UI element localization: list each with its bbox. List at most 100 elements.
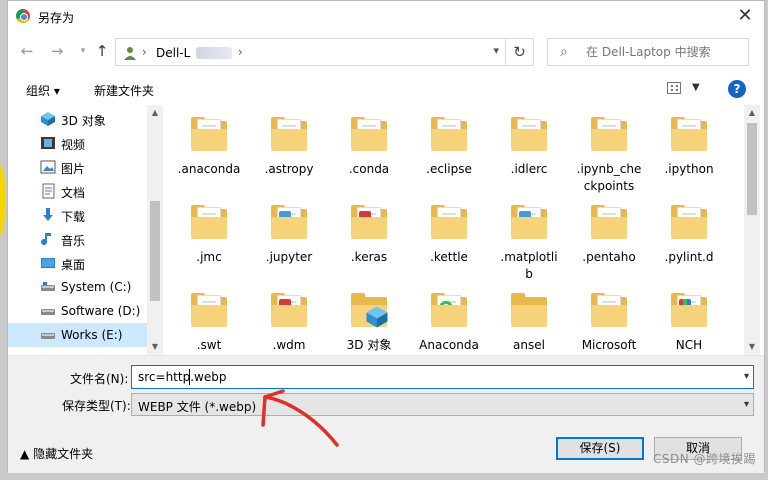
save-button[interactable]: 保存(S) (556, 437, 644, 460)
folder-icon (431, 205, 467, 239)
folder-icon (191, 117, 227, 151)
folder-item[interactable]: .kettle (409, 193, 489, 281)
filetype-label: 保存类型(T): (62, 399, 131, 413)
sidebar-item-pictures[interactable]: 图片 (8, 155, 149, 179)
folder-name: .jupyter (265, 250, 313, 264)
folder-item[interactable]: .jmc (169, 193, 249, 281)
sidebar-item-documents[interactable]: 文档 (8, 179, 149, 203)
folder-name: .matplotli b (489, 249, 569, 283)
folder-item[interactable]: .idlerc (489, 105, 569, 193)
sidebar-item-label: Software (D:) (61, 304, 141, 318)
chevron-down-icon[interactable]: ▾ (744, 399, 749, 410)
folder-item[interactable]: .ipython (649, 105, 729, 193)
folder-name: .anaconda (177, 162, 241, 176)
folder-icon (271, 117, 307, 151)
sidebar-item-desktop[interactable]: 桌面 (8, 251, 149, 275)
sidebar-item-label: 桌面 (61, 258, 86, 272)
sidebar-item-label: 3D 对象 (61, 114, 106, 128)
video-icon (41, 137, 55, 149)
folder-item[interactable]: .pylint.d (649, 193, 729, 281)
folder-name: .jmc (196, 250, 222, 264)
sidebar-item-label: 音乐 (61, 234, 86, 248)
chevron-down-icon[interactable]: ▾ (744, 371, 749, 382)
folder-item[interactable]: NCH (649, 281, 729, 355)
sidebar-scrollbar[interactable]: ▲ ▼ (147, 105, 163, 355)
scroll-up-icon[interactable]: ▲ (147, 105, 163, 121)
chevron-down-icon[interactable]: ▾ (493, 44, 499, 57)
filename-field[interactable]: src=http.webp ▾ (131, 365, 754, 389)
sidebar-item-system-c[interactable]: System (C:) (8, 275, 149, 299)
sidebar-item-works-e[interactable]: Works (E:) (8, 323, 149, 347)
back-arrow-icon[interactable]: ← (18, 41, 36, 61)
folder-item[interactable]: .matplotli b (489, 193, 569, 281)
navigation-bar: ← → ▾ ↑ › Dell-L › ▾ ↻ ⌕ (8, 35, 764, 69)
hide-folders-toggle[interactable]: ▲ 隐藏文件夹 (20, 445, 93, 462)
folder-icon (431, 293, 467, 327)
folder-name: .pentaho (582, 250, 636, 264)
hide-folders-label: 隐藏文件夹 (33, 447, 94, 461)
folder-item[interactable]: Anaconda (409, 281, 489, 355)
sidebar-item-downloads[interactable]: 下载 (8, 203, 149, 227)
up-arrow-icon[interactable]: ↑ (93, 41, 111, 61)
folder-item[interactable]: .ipynb_che ckpoints (569, 105, 649, 193)
folder-name: .astropy (264, 162, 314, 176)
folder-icon (431, 117, 467, 151)
refresh-button[interactable]: ↻ (506, 38, 534, 66)
breadcrumb-separator-icon[interactable]: › (238, 45, 243, 59)
folder-item[interactable]: .anaconda (169, 105, 249, 193)
folder-item[interactable]: .eclipse (409, 105, 489, 193)
folder-name: NCH (675, 338, 703, 352)
search-input[interactable] (586, 45, 744, 59)
folder-name: .wdm (272, 338, 306, 352)
folder-name: .swt (196, 338, 222, 352)
close-icon[interactable]: ✕ (734, 5, 756, 27)
view-options-icon[interactable] (667, 82, 681, 94)
folder-item[interactable]: ansel (489, 281, 569, 355)
folder-name: .ipython (664, 162, 714, 176)
sidebar-item-label: 文档 (61, 186, 86, 200)
scroll-down-icon[interactable]: ▼ (147, 339, 163, 355)
sidebar-item-label: System (C:) (61, 280, 132, 294)
folder-icon (351, 205, 387, 239)
scrollbar-thumb[interactable] (747, 123, 757, 215)
sidebar-item-videos[interactable]: 视频 (8, 131, 149, 155)
folder-item[interactable]: .swt (169, 281, 249, 355)
folder-item[interactable]: .wdm (249, 281, 329, 355)
sidebar-item-3d-objects[interactable]: 3D 对象 (8, 107, 149, 131)
folder-item[interactable]: 3D 对象 (329, 281, 409, 355)
navigation-pane: 3D 对象 视频 图片 文档 下载 音乐 桌面 System (C:) Soft… (8, 105, 163, 355)
help-icon[interactable]: ? (728, 80, 746, 98)
folder-icon (511, 117, 547, 151)
filetype-select[interactable]: WEBP 文件 (*.webp) ▾ (131, 393, 754, 416)
chevron-down-icon[interactable]: ▼ (692, 82, 700, 93)
text-cursor (189, 369, 190, 385)
sidebar-item-music[interactable]: 音乐 (8, 227, 149, 251)
command-bar: 组织 ▾ 新建文件夹 ▼ ? (8, 73, 764, 103)
organize-menu[interactable]: 组织 ▾ (26, 82, 60, 99)
scroll-up-icon[interactable]: ▲ (744, 105, 760, 121)
content-scrollbar[interactable]: ▲ ▼ (744, 105, 760, 355)
folder-item[interactable]: .jupyter (249, 193, 329, 281)
folder-item[interactable]: .astropy (249, 105, 329, 193)
search-box[interactable]: ⌕ (547, 38, 749, 66)
filetype-value[interactable]: WEBP 文件 (*.webp) (138, 398, 256, 415)
forward-arrow-icon[interactable]: → (48, 41, 66, 61)
folder-icon (671, 117, 707, 151)
scrollbar-thumb[interactable] (150, 201, 160, 301)
recent-locations-icon[interactable]: ▾ (74, 41, 92, 61)
document-icon (42, 183, 55, 199)
folder-item[interactable]: .pentaho (569, 193, 649, 281)
sidebar-item-software-d[interactable]: Software (D:) (8, 299, 149, 323)
folder-name: .eclipse (426, 162, 472, 176)
folder-icon (351, 293, 388, 328)
filename-value[interactable]: src=http.webp (138, 370, 226, 384)
folder-item[interactable]: .conda (329, 105, 409, 193)
address-bar[interactable]: › Dell-L › ▾ (115, 38, 506, 66)
folder-name: ansel (513, 338, 545, 352)
folder-item[interactable]: Microsoft (569, 281, 649, 355)
new-folder-button[interactable]: 新建文件夹 (94, 82, 154, 99)
address-path[interactable]: Dell-L (156, 46, 190, 60)
scroll-down-icon[interactable]: ▼ (744, 339, 760, 355)
folder-item[interactable]: .keras (329, 193, 409, 281)
save-as-dialog: 另存为 ✕ ← → ▾ ↑ › Dell-L › ▾ ↻ ⌕ 组织 ▾ 新建文件… (7, 0, 765, 473)
